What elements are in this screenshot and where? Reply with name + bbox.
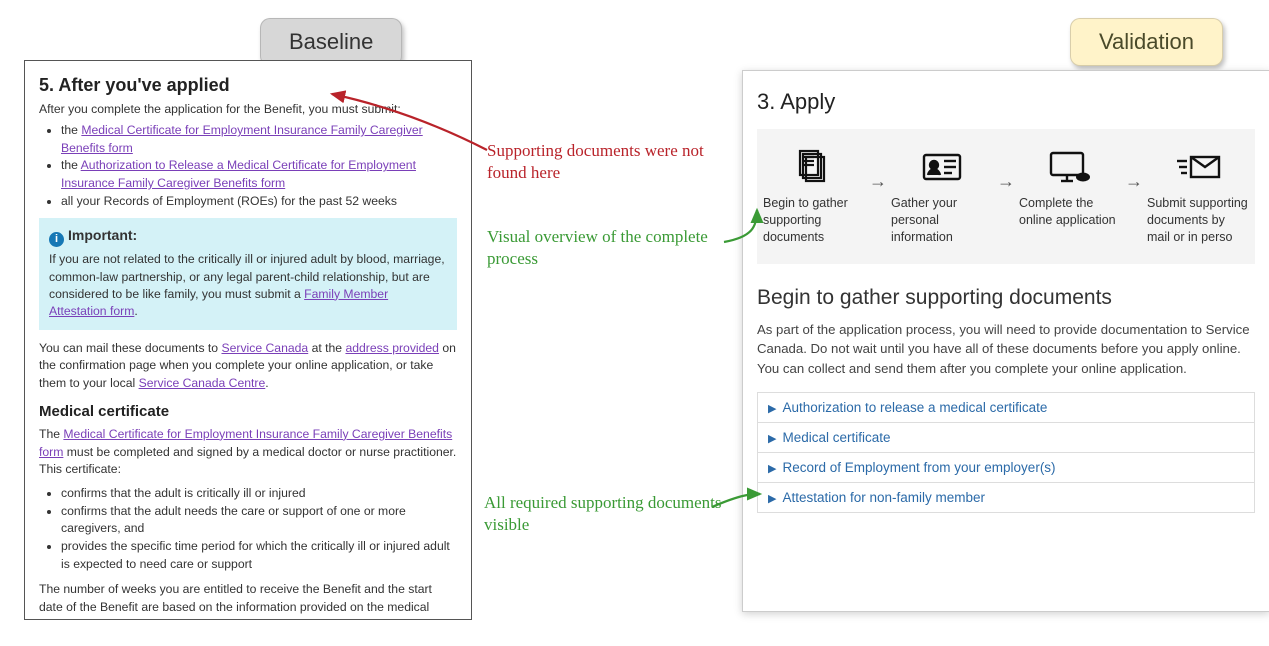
baseline-lead: After you complete the application for t… [39,102,457,116]
medical-cert-link[interactable]: Medical Certificate for Employment Insur… [61,123,423,155]
documents-icon [763,145,865,189]
arrow-icon: → [869,171,887,192]
id-card-icon [891,145,993,189]
text: at the [308,341,345,355]
baseline-submit-list: the Medical Certificate for Employment I… [39,122,457,210]
caret-icon: ▶ [768,433,776,445]
service-canada-centre-link[interactable]: Service Canada Centre [139,376,266,390]
step-label: Gather your personal information [891,195,993,246]
process-step-personal: Gather your personal information [891,145,993,246]
text: must be completed and signed by a medica… [39,445,456,477]
medical-cert-subhead: Medical certificate [39,403,457,420]
info-icon: i [49,232,64,247]
important-callout: iImportant: If you are not related to th… [39,218,457,329]
badge-baseline: Baseline [260,18,402,66]
accordion-label: Attestation for non-family member [782,490,985,505]
accordion-label: Record of Employment from your employer(… [782,460,1055,475]
accordion-attestation[interactable]: ▶ Attestation for non-family member [757,482,1255,513]
process-overview: Begin to gather supporting documents → G… [757,129,1255,264]
caret-icon: ▶ [768,493,776,505]
medical-cert-list: confirms that the adult is critically il… [39,485,457,573]
validation-heading: 3. Apply [757,89,1255,115]
text: the [61,158,81,172]
list-item: the Medical Certificate for Employment I… [61,122,457,157]
gather-heading: Begin to gather supporting documents [757,286,1255,310]
important-title: i Important: [49,226,447,247]
authorization-link[interactable]: Authorization to Release a Medical Certi… [61,158,416,190]
arrow-icon: → [997,171,1015,192]
text: Important: [68,227,137,243]
gather-paragraph: As part of the application process, you … [757,320,1255,379]
text: . [134,304,137,318]
monitor-icon [1019,145,1121,189]
list-item: all your Records of Employment (ROEs) fo… [61,193,457,211]
accordion-label: Authorization to release a medical certi… [782,400,1047,415]
address-link[interactable]: address provided [345,341,439,355]
step-label: Begin to gather supporting documents [763,195,865,246]
baseline-heading: 5. After you've applied [39,75,457,96]
comparison-figure: Baseline Validation 5. After you've appl… [12,12,1257,632]
medical-cert-intro: The Medical Certificate for Employment I… [39,426,457,479]
mail-paragraph: You can mail these documents to Service … [39,340,457,393]
accordion-authorization[interactable]: ▶ Authorization to release a medical cert… [757,392,1255,423]
annotation-all-docs-visible: All required supporting documents visibl… [484,492,724,536]
text: . [265,376,268,390]
accordion-roe[interactable]: ▶ Record of Employment from your employer… [757,452,1255,483]
process-step-documents: Begin to gather supporting documents [763,145,865,246]
caret-icon: ▶ [768,463,776,475]
text: You can mail these documents to [39,341,221,355]
text: The [39,427,63,441]
accordion-label: Medical certificate [782,430,890,445]
step-label: Submit supporting documents by mail or i… [1147,195,1249,246]
step-label: Complete the online application [1019,195,1121,229]
service-canada-link[interactable]: Service Canada [221,341,308,355]
annotation-docs-not-found: Supporting documents were not found here [487,140,727,184]
badge-validation: Validation [1070,18,1223,66]
annotation-visual-overview: Visual overview of the complete process [487,226,727,270]
list-item: the Authorization to Release a Medical C… [61,157,457,192]
validation-pane: 3. Apply Begin to gather supporting docu… [742,70,1269,612]
caret-icon: ▶ [768,403,776,415]
process-step-submit: Submit supporting documents by mail or i… [1147,145,1249,246]
list-item: provides the specific time period for wh… [61,538,457,573]
list-item: confirms that the adult is critically il… [61,485,457,503]
send-mail-icon [1147,145,1249,189]
text: the [61,123,81,137]
list-item: confirms that the adult needs the care o… [61,503,457,538]
medical-cert-closing: The number of weeks you are entitled to … [39,581,457,620]
accordion-medical-cert[interactable]: ▶ Medical certificate [757,422,1255,453]
process-step-online: Complete the online application [1019,145,1121,229]
baseline-pane: 5. After you've applied After you comple… [24,60,472,620]
arrow-icon: → [1125,171,1143,192]
